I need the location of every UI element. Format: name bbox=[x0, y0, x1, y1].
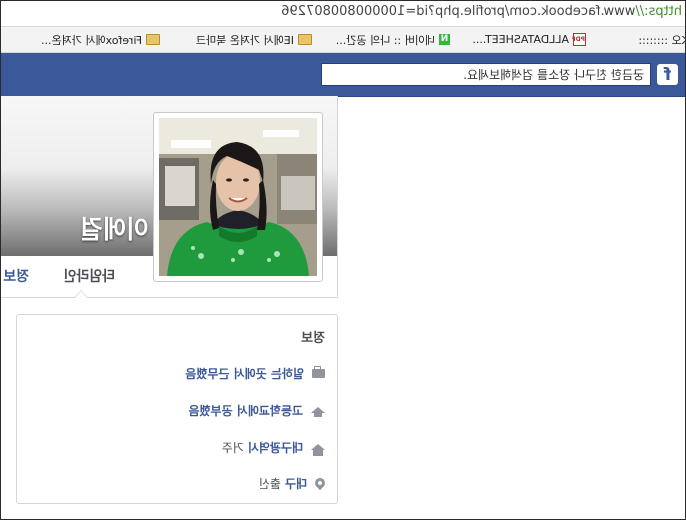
url-text[interactable]: https://www.facebook.com/profile.php?id=… bbox=[281, 4, 682, 19]
profile-photo bbox=[159, 118, 317, 276]
residence-link[interactable]: 대구광역시 bbox=[248, 439, 303, 456]
bookmark-label: IE에서 가져온 북마크 bbox=[195, 33, 294, 47]
about-title[interactable]: 정보 bbox=[301, 327, 325, 346]
search-input[interactable] bbox=[344, 67, 644, 82]
bookmarks-bar: LK오 :::::::: PDF ALLDATASHEET.... N 네이버 … bbox=[0, 27, 686, 53]
location-pin-icon bbox=[312, 475, 328, 491]
facebook-top-bar: f bbox=[0, 53, 686, 97]
facebook-logo[interactable]: f bbox=[657, 64, 678, 85]
profile-picture[interactable] bbox=[153, 112, 323, 282]
active-tab-indicator bbox=[74, 290, 88, 298]
info-row-residence: 대구광역시 거주 bbox=[222, 439, 325, 455]
info-row-hometown: 대구 출신 bbox=[258, 475, 328, 492]
home-icon bbox=[311, 444, 325, 450]
folder-icon bbox=[146, 34, 160, 45]
bookmark-label: LK오 :::::::: bbox=[638, 33, 686, 47]
bookmark-label: 네이버 :: 나의 공간... bbox=[335, 33, 435, 47]
info-row-education: 고등학교에서 공부했음 bbox=[188, 402, 325, 418]
folder-icon bbox=[298, 34, 312, 45]
bookmark-item[interactable]: N 네이버 :: 나의 공간... bbox=[336, 31, 450, 48]
search-box[interactable] bbox=[321, 63, 651, 86]
address-bar[interactable]: https://www.facebook.com/profile.php?id=… bbox=[0, 0, 686, 27]
naver-icon: N bbox=[439, 34, 450, 45]
info-row-work: 일하는 곳에서 근무했음 bbox=[185, 365, 325, 381]
bookmark-label: Firefox에서 가져온... bbox=[41, 33, 142, 47]
tab-timeline[interactable]: 타임라인 bbox=[63, 266, 115, 286]
url-scheme: https:// bbox=[635, 4, 682, 19]
bookmark-item[interactable]: Firefox에서 가져온... bbox=[41, 31, 160, 48]
bookmark-item[interactable]: IE에서 가져온 북마크 bbox=[196, 31, 312, 48]
bookmark-item[interactable]: LK오 :::::::: bbox=[638, 31, 686, 48]
bookmark-item[interactable]: PDF ALLDATASHEET.... bbox=[472, 31, 586, 48]
hometown-link[interactable]: 대구 bbox=[285, 475, 307, 492]
bookmark-label: ALLDATASHEET.... bbox=[472, 33, 569, 46]
profile-card: 이에걸 타임라인 정보 bbox=[0, 96, 338, 298]
tab-about[interactable]: 정보 bbox=[3, 266, 29, 286]
briefcase-icon bbox=[312, 368, 325, 378]
pdf-icon: PDF bbox=[572, 33, 586, 46]
about-box: 정보 일하는 곳에서 근무했음 고등학교에서 공부했음 대구광역시 거주 대구 … bbox=[16, 314, 338, 504]
graduation-cap-icon bbox=[311, 407, 325, 413]
residence-text: 거주 bbox=[221, 440, 244, 455]
hometown-text: 출신 bbox=[258, 476, 281, 491]
browser-window: https://www.facebook.com/profile.php?id=… bbox=[0, 0, 686, 520]
profile-name[interactable]: 이에걸 bbox=[80, 210, 149, 246]
url-path: www.facebook.com/profile.php?id=10000080… bbox=[281, 4, 636, 19]
education-link[interactable]: 고등학교에서 공부했음 bbox=[188, 402, 303, 419]
work-link[interactable]: 일하는 곳에서 근무했음 bbox=[185, 365, 304, 382]
